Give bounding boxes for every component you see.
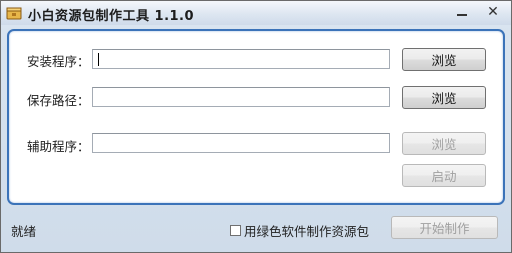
save-path-field[interactable] [92, 87, 390, 107]
aux-program-label: 辅助程序： [27, 139, 90, 154]
install-program-input[interactable] [93, 50, 389, 68]
text-caret [98, 53, 99, 66]
browse-aux-button[interactable]: 浏览 [402, 132, 486, 155]
start-build-button[interactable]: 开始制作 [391, 216, 498, 239]
title-bar: 小白资源包制作工具 1.1.0 ✕ [1, 1, 511, 25]
close-button[interactable]: ✕ [479, 1, 507, 23]
aux-program-field[interactable] [92, 133, 390, 153]
install-program-label: 安装程序： [27, 54, 90, 69]
minimize-icon [457, 14, 467, 16]
save-path-input[interactable] [93, 88, 389, 106]
close-icon: ✕ [487, 4, 499, 20]
green-software-label: 用绿色软件制作资源包 [244, 224, 370, 239]
green-software-checkbox[interactable] [230, 225, 241, 236]
app-icon [6, 7, 22, 20]
status-text: 就绪 [11, 224, 37, 239]
browse-install-button[interactable]: 浏览 [402, 48, 486, 71]
browse-save-button[interactable]: 浏览 [402, 86, 486, 109]
install-program-field[interactable] [92, 49, 390, 69]
launch-button[interactable]: 启动 [402, 164, 486, 187]
minimize-button[interactable] [448, 1, 476, 23]
app-window: 小白资源包制作工具 1.1.0 ✕ 安装程序： 浏览 保存路径： 浏览 辅助程序… [0, 0, 512, 253]
window-title: 小白资源包制作工具 1.1.0 [28, 9, 195, 24]
main-panel: 安装程序： 浏览 保存路径： 浏览 辅助程序： 浏览 启动 [7, 29, 505, 205]
green-software-option[interactable]: 用绿色软件制作资源包 [230, 221, 369, 240]
save-path-label: 保存路径： [27, 93, 90, 108]
aux-program-input[interactable] [93, 134, 389, 152]
